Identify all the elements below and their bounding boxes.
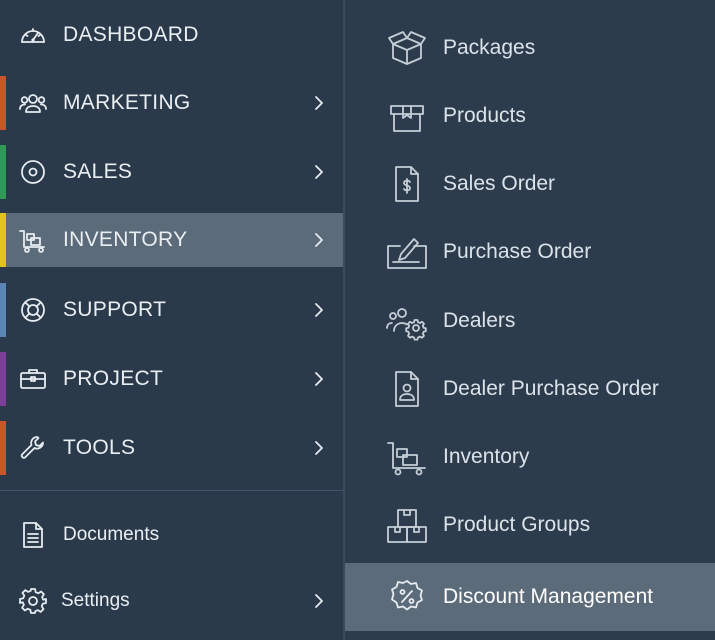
main-sidebar: DASHBOARD MARKETING SALES INVENTORY SUPP… [0, 0, 343, 640]
nav-item-settings[interactable]: Settings [0, 574, 343, 628]
submenu-label-discount-management: Discount Management [443, 585, 654, 608]
nav-label-documents: Documents [63, 524, 160, 545]
target-icon [18, 157, 48, 187]
nav-label-sales: SALES [63, 160, 133, 183]
inventory-submenu: Packages Products Sales Order Purchase O… [345, 0, 715, 640]
submenu-item-products[interactable]: Products [345, 85, 715, 147]
submenu-item-product-groups[interactable]: Product Groups [345, 494, 715, 556]
wrench-icon [18, 433, 48, 463]
lifebuoy-icon [18, 295, 48, 325]
submenu-label-purchase-order: Purchase Order [443, 240, 592, 263]
support-accent-bar [0, 283, 6, 337]
chevron-right-icon [313, 371, 325, 387]
nav-label-support: SUPPORT [63, 298, 167, 321]
pencil-signature-icon [385, 232, 429, 272]
open-box-icon [385, 28, 429, 68]
submenu-label-sales-order: Sales Order [443, 172, 556, 195]
people-gear-icon [385, 301, 429, 341]
chevron-right-icon [313, 593, 325, 609]
submenu-item-discount-management[interactable]: Discount Management [345, 563, 715, 631]
nav-item-project[interactable]: PROJECT [0, 352, 343, 406]
chevron-right-icon [313, 95, 325, 111]
submenu-label-dealer-purchase-order: Dealer Purchase Order [443, 377, 659, 400]
nav-item-tools[interactable]: TOOLS [0, 421, 343, 475]
chevron-right-icon [313, 164, 325, 180]
nav-item-marketing[interactable]: MARKETING [0, 76, 343, 130]
dollar-document-icon [385, 164, 429, 204]
nav-item-dashboard[interactable]: DASHBOARD [0, 8, 343, 62]
gear-icon [18, 586, 48, 616]
submenu-label-products: Products [443, 104, 526, 127]
person-document-icon [385, 369, 429, 409]
project-accent-bar [0, 352, 6, 406]
submenu-label-inventory: Inventory [443, 445, 530, 468]
submenu-item-packages[interactable]: Packages [345, 17, 715, 79]
sales-accent-bar [0, 145, 6, 199]
nav-item-support[interactable]: SUPPORT [0, 283, 343, 337]
marketing-accent-bar [0, 76, 6, 130]
submenu-label-product-groups: Product Groups [443, 513, 591, 536]
cart-boxes-icon [18, 225, 48, 255]
nav-item-sales[interactable]: SALES [0, 145, 343, 199]
nav-label-inventory: INVENTORY [63, 228, 188, 251]
chevron-right-icon [313, 440, 325, 456]
chevron-right-icon [313, 302, 325, 318]
nav-label-marketing: MARKETING [63, 91, 191, 114]
nav-item-documents[interactable]: Documents [0, 508, 343, 562]
nav-label-tools: TOOLS [63, 436, 136, 459]
speedometer-icon [18, 20, 48, 50]
cart-boxes-icon [385, 437, 429, 477]
box-icon [385, 96, 429, 136]
people-icon [18, 88, 48, 118]
submenu-item-sales-order[interactable]: Sales Order [345, 153, 715, 215]
percent-badge-icon [385, 577, 429, 617]
submenu-item-dealers[interactable]: Dealers [345, 290, 715, 352]
nav-label-settings: Settings [61, 590, 130, 611]
submenu-item-purchase-order[interactable]: Purchase Order [345, 221, 715, 283]
sidebar-divider [0, 490, 343, 491]
stacked-boxes-icon [385, 505, 429, 545]
submenu-item-dealer-purchase-order[interactable]: Dealer Purchase Order [345, 358, 715, 420]
nav-label-dashboard: DASHBOARD [63, 23, 199, 46]
tools-accent-bar [0, 421, 6, 475]
chevron-right-icon [313, 232, 325, 248]
nav-item-inventory[interactable]: INVENTORY [0, 213, 343, 267]
document-icon [18, 520, 48, 550]
submenu-label-dealers: Dealers [443, 309, 516, 332]
submenu-label-packages: Packages [443, 36, 536, 59]
inventory-accent-bar [0, 213, 6, 267]
nav-label-project: PROJECT [63, 367, 164, 390]
briefcase-icon [18, 364, 48, 394]
submenu-item-inventory[interactable]: Inventory [345, 426, 715, 488]
